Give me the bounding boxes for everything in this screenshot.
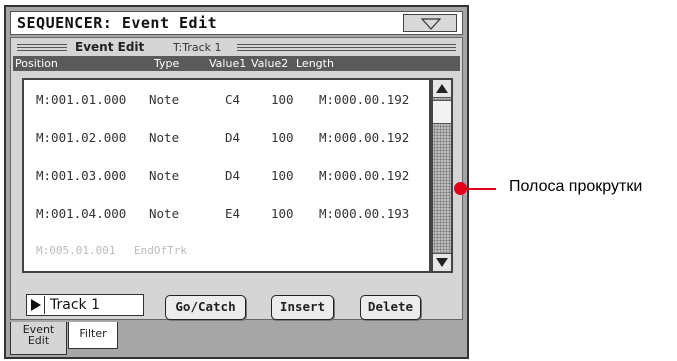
header-rule-left	[17, 44, 67, 52]
header-rule-right	[237, 44, 456, 52]
callout-line	[461, 188, 496, 190]
cell-value1: D4	[225, 168, 241, 183]
section-header: Event Edit T:Track 1	[15, 40, 458, 55]
cell-length: M:000.00.192	[319, 92, 410, 107]
cell-value1: E4	[225, 206, 241, 221]
page-menu-button[interactable]	[403, 14, 457, 32]
cell-length: M:000.00.193	[319, 206, 410, 221]
cell-position: M:005.01.001	[36, 244, 116, 257]
tab-event-edit[interactable]: Event Edit	[10, 322, 67, 355]
track-selector-label: Track 1	[50, 297, 100, 313]
triangle-down-icon	[421, 18, 441, 30]
scroll-up-button[interactable]	[433, 80, 451, 98]
window-title: SEQUENCER: Event Edit	[17, 14, 218, 32]
insert-button[interactable]: Insert	[271, 295, 334, 320]
cell-type: Note	[149, 168, 180, 183]
cell-type: Note	[149, 130, 180, 145]
cell-value2: 100	[271, 206, 294, 221]
current-track-label: T:Track 1	[173, 41, 222, 54]
arrow-up-icon	[436, 84, 448, 93]
cell-value2: 100	[271, 130, 294, 145]
cell-value2: 100	[271, 92, 294, 107]
column-position: Position	[15, 57, 58, 70]
column-header: Position Type Value1 Value2 Length	[13, 56, 460, 71]
cell-type: Note	[149, 206, 180, 221]
event-edit-panel: Event Edit T:Track 1 Position Type Value…	[10, 37, 463, 320]
cell-position: M:001.01.000	[36, 92, 127, 107]
cell-length: M:000.00.192	[319, 168, 410, 183]
scrollbar-thumb[interactable]	[433, 100, 451, 124]
title-bar: SEQUENCER: Event Edit	[10, 11, 463, 35]
column-value1: Value1	[209, 57, 247, 70]
table-row[interactable]: M:001.01.000 Note C4 100 M:000.00.192	[24, 92, 429, 112]
cell-value1: C4	[225, 92, 241, 107]
table-row[interactable]: M:001.02.000 Note D4 100 M:000.00.192	[24, 130, 429, 150]
tab-filter[interactable]: Filter	[68, 322, 118, 349]
callout-label: Полоса прокрутки	[509, 178, 643, 195]
event-edit-window: SEQUENCER: Event Edit Event Edit T:Track…	[4, 5, 469, 359]
scroll-down-button[interactable]	[433, 253, 451, 271]
cell-type: Note	[149, 92, 180, 107]
go-catch-button[interactable]: Go/Catch	[165, 295, 246, 320]
column-length: Length	[296, 57, 334, 70]
arrow-down-icon	[436, 258, 448, 267]
table-row-end-of-track[interactable]: M:005.01.001 EndOfTrk	[24, 244, 429, 264]
column-value2: Value2	[251, 57, 289, 70]
track-selector-arrow[interactable]	[28, 296, 45, 314]
column-type: Type	[154, 57, 180, 70]
cell-position: M:001.03.000	[36, 168, 127, 183]
event-list[interactable]: M:001.01.000 Note C4 100 M:000.00.192 M:…	[22, 78, 431, 273]
table-row[interactable]: M:001.04.000 Note E4 100 M:000.00.193	[24, 206, 429, 226]
cell-position: M:001.02.000	[36, 130, 127, 145]
table-row[interactable]: M:001.03.000 Note D4 100 M:000.00.192	[24, 168, 429, 188]
cell-value2: 100	[271, 168, 294, 183]
section-title: Event Edit	[75, 40, 145, 54]
cell-value1: D4	[225, 130, 241, 145]
cell-position: M:001.04.000	[36, 206, 127, 221]
delete-button[interactable]: Delete	[360, 295, 421, 320]
play-triangle-icon	[31, 299, 41, 311]
cell-length: M:000.00.192	[319, 130, 410, 145]
track-selector[interactable]: Track 1	[26, 294, 144, 316]
tab-event-edit-line2: Edit	[27, 334, 50, 347]
scrollbar[interactable]	[431, 78, 453, 273]
cell-type: EndOfTrk	[134, 244, 187, 257]
